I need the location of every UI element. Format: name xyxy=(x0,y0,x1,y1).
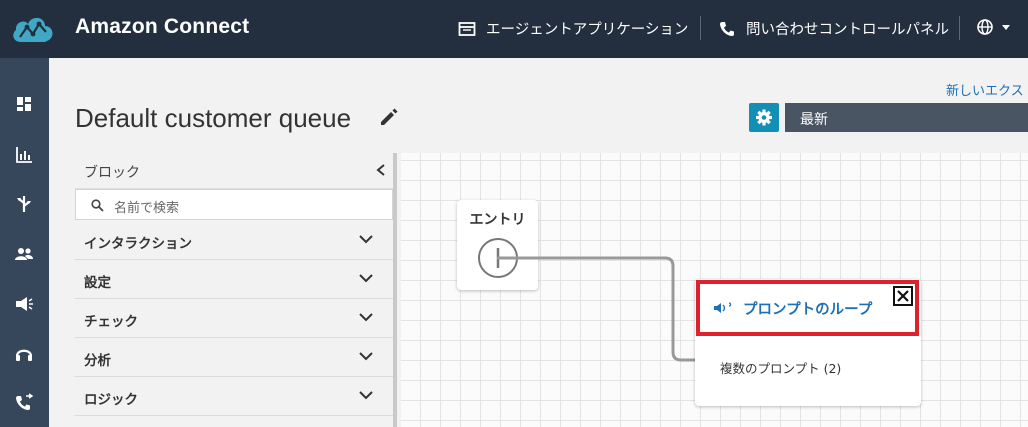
chevron-down-icon xyxy=(359,235,373,244)
globe-icon xyxy=(977,19,993,35)
chevron-down-icon xyxy=(359,313,373,322)
speaker-icon xyxy=(714,302,732,313)
entry-node[interactable]: エントリ xyxy=(457,200,538,290)
routing-icon[interactable] xyxy=(13,193,35,215)
gear-icon xyxy=(756,109,772,126)
language-menu[interactable] xyxy=(976,18,1010,36)
page-title: Default customer queue xyxy=(75,103,352,133)
megaphone-icon[interactable] xyxy=(13,293,35,315)
contact-control-panel-link[interactable]: 問い合わせコントロールパネル xyxy=(718,18,949,39)
category-label: ロジック xyxy=(84,392,138,408)
chevron-left-icon[interactable] xyxy=(375,163,387,177)
left-nav-rail xyxy=(0,58,49,427)
blocks-heading: ブロック xyxy=(84,165,140,181)
chevron-down-icon xyxy=(1002,24,1010,30)
divider xyxy=(959,16,960,40)
window-icon xyxy=(458,21,476,36)
divider xyxy=(700,16,701,40)
agent-application-link[interactable]: エージェントアプリケーション xyxy=(458,18,688,39)
chevron-down-icon xyxy=(359,391,373,400)
phone-icon xyxy=(720,21,734,36)
category-check[interactable]: チェック xyxy=(75,299,393,338)
category-logic[interactable]: ロジック xyxy=(75,377,393,416)
category-label: 分析 xyxy=(84,353,111,369)
close-button[interactable] xyxy=(893,286,913,306)
category-label: インタラクション xyxy=(84,236,192,252)
category-label: チェック xyxy=(84,314,138,330)
blocks-panel-header: ブロック xyxy=(75,153,393,189)
users-icon[interactable] xyxy=(13,243,35,265)
headset-icon[interactable] xyxy=(13,343,35,365)
new-experience-link[interactable]: 新しいエクス xyxy=(946,80,1024,99)
entry-output-handle-icon[interactable] xyxy=(477,238,519,280)
metrics-chart-icon[interactable] xyxy=(13,144,35,166)
search-icon xyxy=(91,199,104,212)
loop-node-title[interactable]: プロンプトのループ xyxy=(743,298,872,319)
blocks-panel: ブロック 名前で検索 インタラクション 設定 チェック 分析 ロジック xyxy=(75,153,397,427)
top-bar: Amazon Connect エージェントアプリケーション 問い合わせコントロー… xyxy=(0,0,1028,58)
category-interaction[interactable]: インタラクション xyxy=(75,221,393,260)
pencil-icon[interactable] xyxy=(378,106,400,128)
agent-application-label: エージェントアプリケーション xyxy=(486,22,689,38)
settings-button[interactable] xyxy=(749,103,779,132)
contact-control-panel-label: 問い合わせコントロールパネル xyxy=(746,22,949,38)
branch-label: 複数のプロンプト (2) xyxy=(720,361,842,376)
phone-routing-icon[interactable] xyxy=(13,393,35,415)
chevron-down-icon xyxy=(359,274,373,283)
category-settings[interactable]: 設定 xyxy=(75,260,393,299)
amazon-connect-logo-icon[interactable] xyxy=(11,12,55,46)
dashboard-icon[interactable] xyxy=(13,93,35,115)
chevron-down-icon xyxy=(359,352,373,361)
close-icon xyxy=(897,290,909,302)
category-label: 設定 xyxy=(84,275,111,291)
version-select[interactable]: 最新 xyxy=(785,103,1028,132)
search-placeholder: 名前で検索 xyxy=(114,201,180,216)
brand-name[interactable]: Amazon Connect xyxy=(75,15,249,39)
entry-label: エントリ xyxy=(469,212,526,228)
category-analysis[interactable]: 分析 xyxy=(75,338,393,377)
block-search-input[interactable]: 名前で検索 xyxy=(75,189,393,220)
